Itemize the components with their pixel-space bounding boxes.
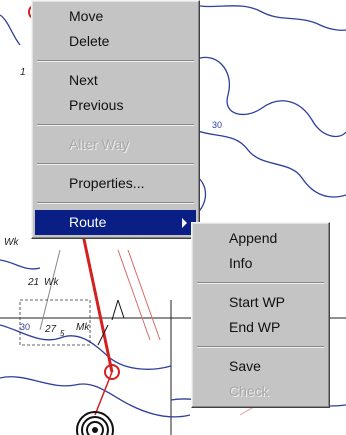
- menu-item-alter-way: Alter Way: [35, 132, 196, 157]
- depth-label: 30: [212, 120, 222, 130]
- menu-separator: [197, 346, 324, 348]
- menu-separator: [37, 60, 194, 62]
- menu-item-route-label: Route: [69, 214, 107, 230]
- menu-item-previous[interactable]: Previous: [35, 93, 196, 118]
- menu-item-alter-way-label: Alter Way: [69, 136, 130, 152]
- chart-label: 1: [20, 67, 26, 78]
- submenu-arrow-icon: [182, 218, 187, 228]
- chart-label: Wk: [4, 237, 19, 248]
- depth-label: 30: [20, 322, 30, 332]
- menu-separator: [197, 282, 324, 284]
- menu-item-properties[interactable]: Properties...: [35, 171, 196, 196]
- submenu-item-end-wp[interactable]: End WP: [195, 315, 326, 340]
- chart-label: 5: [60, 329, 65, 338]
- menu-separator: [37, 163, 194, 165]
- menu-separator: [37, 202, 194, 204]
- submenu-item-info[interactable]: Info: [195, 251, 326, 276]
- waypoint-context-menu: Move Delete Next Previous Alter Way Prop…: [31, 0, 200, 239]
- chart-label: Mk: [76, 322, 90, 333]
- menu-item-next[interactable]: Next: [35, 68, 196, 93]
- chart-label: 27: [44, 324, 57, 335]
- submenu-item-start-wp[interactable]: Start WP: [195, 290, 326, 315]
- submenu-item-append[interactable]: Append: [195, 226, 326, 251]
- menu-item-route[interactable]: Route: [35, 210, 196, 235]
- menu-item-move[interactable]: Move: [35, 4, 196, 29]
- submenu-item-save[interactable]: Save: [195, 354, 326, 379]
- submenu-item-check: Check: [195, 379, 326, 404]
- chart-label: 21: [27, 277, 39, 288]
- menu-item-delete[interactable]: Delete: [35, 29, 196, 54]
- menu-separator: [37, 124, 194, 126]
- submenu-item-check-label: Check: [229, 383, 269, 399]
- route-submenu: Append Info Start WP End WP Save Check: [191, 222, 330, 408]
- chart-label: Wk: [44, 277, 59, 288]
